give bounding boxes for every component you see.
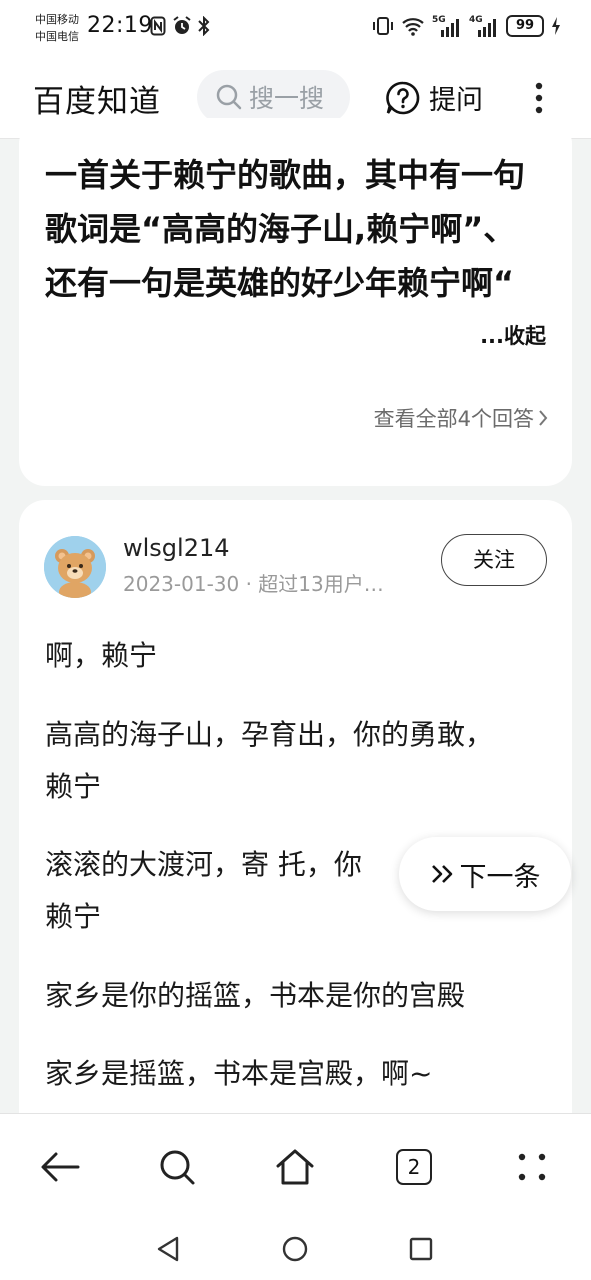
carrier-2: 中国电信: [35, 30, 79, 43]
signal-5g: 5G: [432, 15, 462, 37]
search-button[interactable]: [154, 1144, 200, 1190]
nfc-icon: [150, 16, 166, 36]
view-all-label: 查看全部4个回答: [373, 407, 534, 431]
back-arrow-icon: [41, 1152, 80, 1182]
question-card: 一首关于赖宁的歌曲，其中有一句歌词是“高高的海子山,赖宁啊”、还有一句是英雄的好…: [19, 118, 572, 486]
double-chevron-right-icon: [431, 865, 452, 883]
nav-back-button[interactable]: [152, 1233, 184, 1265]
app-logo[interactable]: 百度知道: [33, 76, 161, 121]
bluetooth-icon: [198, 16, 210, 36]
nav-home-button[interactable]: [279, 1233, 311, 1265]
signal-bars-icon: [441, 19, 459, 37]
question-icon: [386, 81, 420, 114]
circle-home-icon: [282, 1236, 308, 1262]
wifi-icon: [402, 18, 424, 36]
bear-avatar-icon: [44, 536, 106, 598]
answer-line: 赖宁: [45, 770, 102, 803]
follow-button[interactable]: 关注: [441, 534, 547, 586]
system-nav-bar: [0, 1218, 591, 1280]
next-answer-button[interactable]: 下一条: [399, 837, 571, 911]
signal-bars-icon: [478, 19, 496, 37]
question-text: 一首关于赖宁的歌曲，其中有一句歌词是“高高的海子山,赖宁啊”、还有一句是英雄的好…: [45, 156, 526, 302]
collapse-link[interactable]: ...收起: [480, 320, 546, 350]
search-placeholder: 搜一搜: [249, 84, 325, 113]
charging-icon: [552, 17, 560, 35]
more-grid-icon: [518, 1153, 546, 1181]
more-menu-button[interactable]: [526, 80, 552, 116]
menu-button[interactable]: [509, 1144, 555, 1190]
home-button[interactable]: [272, 1144, 318, 1190]
search-icon: [216, 84, 242, 110]
search-box[interactable]: 搜一搜: [197, 70, 350, 124]
next-answer-label: 下一条: [459, 861, 541, 893]
answer-line: 啊，赖宁: [45, 639, 158, 672]
carrier-1: 中国移动: [35, 13, 79, 26]
battery-indicator: 99: [506, 15, 544, 37]
answer-line: 高高的海子山，孕育出，你的勇敢，: [45, 718, 494, 751]
answer-line: 家乡是摇篮，书本是宫殿，啊~: [45, 1057, 433, 1090]
avatar[interactable]: [44, 536, 106, 598]
ask-button[interactable]: 提问: [385, 78, 483, 117]
status-right-icons: 5G 4G 99: [372, 15, 561, 37]
chevron-right-icon: [539, 410, 548, 426]
nav-recents-button[interactable]: [405, 1233, 437, 1265]
more-vertical-icon: [535, 82, 543, 114]
back-button[interactable]: [37, 1144, 83, 1190]
tab-count: 2: [396, 1149, 432, 1185]
status-left-icons: [150, 16, 210, 36]
tabs-button[interactable]: 2: [391, 1144, 437, 1190]
alarm-icon: [173, 16, 191, 34]
home-icon: [276, 1149, 314, 1185]
search-icon: [160, 1150, 195, 1185]
vibrate-icon: [373, 17, 393, 35]
answer-meta: 2023-01-30 · 超过13用户…: [123, 572, 384, 596]
status-bar: 中国移动 中国电信 22:19 5G 4G 99: [0, 0, 591, 58]
signal-4g: 4G: [469, 15, 499, 37]
triangle-back-icon: [157, 1236, 179, 1262]
status-time: 22:19: [87, 13, 153, 38]
ask-label: 提问: [429, 85, 483, 116]
carrier-labels: 中国移动 中国电信: [35, 11, 79, 45]
square-recents-icon: [409, 1237, 433, 1261]
answer-line: 家乡是你的摇篮，书本是你的宫殿: [45, 979, 466, 1012]
answer-card: wlsgl214 2023-01-30 · 超过13用户… 关注 啊，赖宁 高高…: [19, 500, 572, 1140]
view-all-answers-link[interactable]: 查看全部4个回答: [374, 403, 548, 433]
browser-toolbar: 2: [0, 1113, 591, 1219]
answer-username[interactable]: wlsgl214: [123, 534, 230, 562]
